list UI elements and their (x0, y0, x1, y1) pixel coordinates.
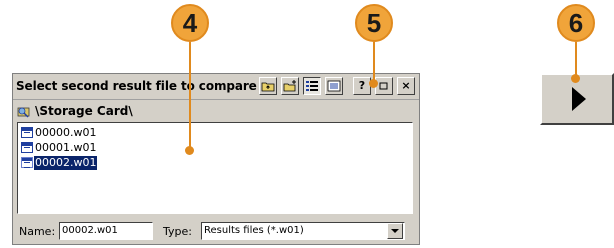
callout-4-dot (185, 146, 194, 155)
name-label: Name: (19, 225, 56, 238)
file-select-dialog: Select second result file to compare ? ×… (12, 73, 420, 245)
result-file-icon (21, 157, 33, 168)
result-file-icon (21, 127, 33, 138)
new-folder-button[interactable] (281, 77, 299, 95)
new-folder-icon (283, 80, 296, 92)
result-file-icon (21, 142, 33, 153)
file-name: 00001.w01 (35, 141, 97, 154)
callout-number: 5 (366, 8, 382, 38)
callout-badge-4: 4 (170, 3, 210, 43)
help-button[interactable]: ? (353, 77, 371, 95)
list-view-button[interactable] (325, 77, 343, 95)
details-view-icon (306, 81, 318, 91)
filename-row: Name: 00002.w01 Type: Results files (*.w… (17, 222, 417, 242)
type-label: Type: (163, 225, 192, 238)
file-list[interactable]: 00000.w01 00001.w01 00002.w01 (17, 122, 413, 214)
callout-number: 4 (182, 8, 198, 38)
ok-button[interactable] (375, 77, 393, 95)
up-folder-icon (261, 82, 275, 92)
callout-badge-5: 5 (354, 3, 394, 43)
callout-6-dot (571, 74, 580, 83)
callout-number: 6 (568, 8, 584, 38)
type-select[interactable]: Results files (*.w01) (201, 222, 405, 240)
ok-icon (379, 82, 388, 90)
type-dropdown-button[interactable] (387, 223, 403, 239)
path-label: \Storage Card\ (35, 104, 133, 118)
dialog-title: Select second result file to compare (16, 79, 257, 93)
up-folder-button[interactable] (259, 77, 277, 95)
close-button[interactable]: × (397, 77, 415, 95)
callout-badge-6: 6 (556, 3, 596, 43)
callout-5-leader (373, 42, 375, 83)
dialog-titlebar: Select second result file to compare ? × (13, 74, 419, 100)
list-view-icon (327, 80, 341, 92)
file-name: 00002.w01 (34, 156, 98, 170)
callout-5-dot (369, 79, 378, 88)
name-field[interactable]: 00002.w01 (59, 222, 153, 240)
file-name: 00000.w01 (35, 126, 97, 139)
callout-6-leader (575, 42, 577, 78)
play-icon (572, 87, 586, 111)
storage-card-icon (17, 107, 30, 118)
details-view-button[interactable] (303, 77, 321, 95)
callout-4-leader (189, 42, 191, 150)
